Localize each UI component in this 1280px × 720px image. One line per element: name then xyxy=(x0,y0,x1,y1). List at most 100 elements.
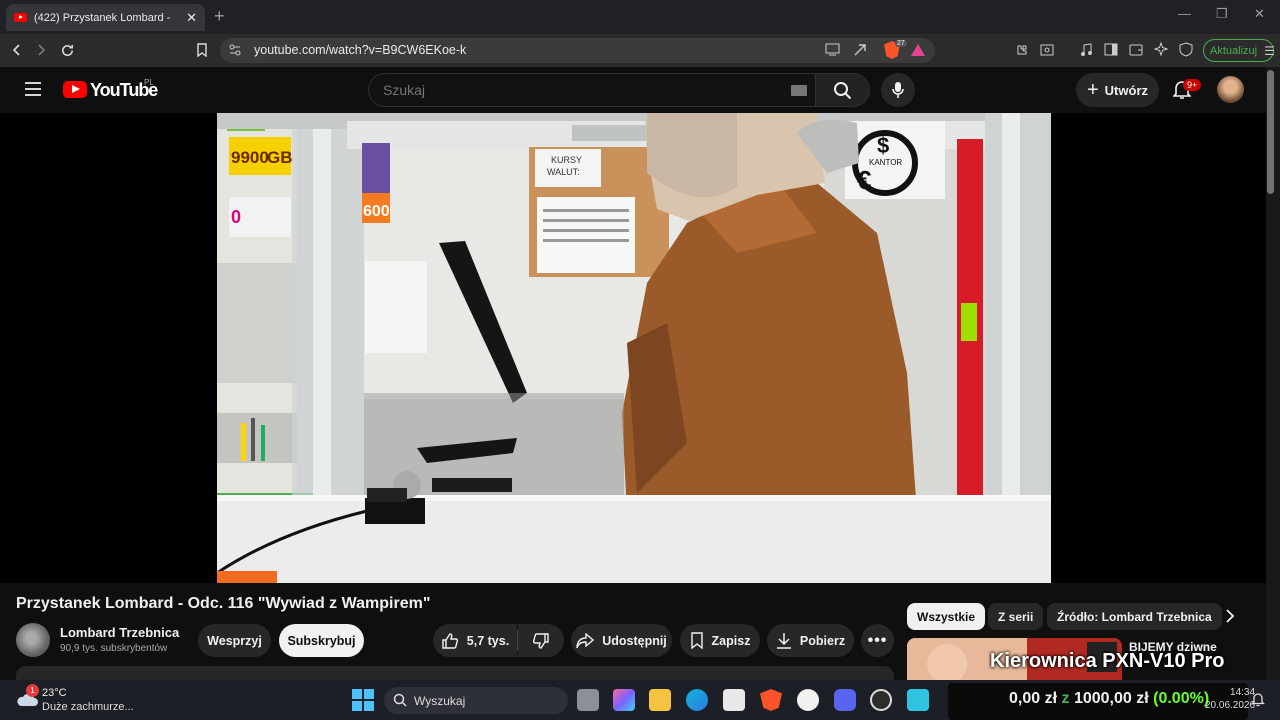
url-text[interactable]: youtube.com/watch?v=B9CW6EKoe-k xyxy=(254,43,466,57)
ticker-current: 0,00 zł xyxy=(1009,690,1058,707)
ticker-total: 1000,00 zł xyxy=(1073,690,1149,707)
save-button[interactable]: Zapisz xyxy=(680,624,760,657)
sidebar-icon[interactable] xyxy=(1104,43,1118,56)
extensions-icon[interactable] xyxy=(1015,43,1029,57)
dislike-button[interactable] xyxy=(518,624,564,657)
channel-avatar[interactable] xyxy=(16,623,50,657)
task-view-icon[interactable] xyxy=(577,689,599,711)
share-page-icon[interactable] xyxy=(853,43,867,57)
thumbs-up-icon xyxy=(442,632,458,649)
share-label: Udostępnij xyxy=(602,633,667,648)
chip-from-series[interactable]: Z serii xyxy=(988,603,1044,630)
guide-menu-icon[interactable] xyxy=(24,81,42,97)
file-explorer-icon[interactable] xyxy=(649,689,671,711)
minimize-icon[interactable]: — xyxy=(1178,6,1191,21)
poster-9900: 9900 xyxy=(231,148,269,167)
ticker-z: z xyxy=(1061,690,1070,707)
channel-name[interactable]: Lombard Trzebnica xyxy=(60,625,179,640)
join-button[interactable]: Wesprzyj xyxy=(198,624,271,657)
wallet-icon[interactable] xyxy=(1129,43,1143,56)
video-still-image: 600 9900 GB 0 KURSY WALUT: $ € KANTOR xyxy=(217,113,1051,583)
video-frame[interactable]: 600 9900 GB 0 KURSY WALUT: $ € KANTOR xyxy=(217,113,1051,583)
sign-kursy: KURSY xyxy=(551,155,582,165)
weather-description[interactable]: Duże zachmurze... xyxy=(42,701,134,713)
windows-start-icon[interactable] xyxy=(352,689,374,711)
search-button[interactable] xyxy=(815,73,870,107)
screenshot-icon[interactable] xyxy=(1040,43,1054,57)
download-button[interactable]: Pobierz xyxy=(767,624,854,657)
edge-icon[interactable] xyxy=(686,689,708,711)
country-code: PL xyxy=(144,78,154,87)
close-window-icon[interactable]: ✕ xyxy=(1254,6,1265,22)
microsoft-store-icon[interactable] xyxy=(723,689,745,711)
maximize-icon[interactable]: ❐ xyxy=(1216,6,1228,22)
voice-search-button[interactable] xyxy=(881,73,915,107)
download-icon xyxy=(776,633,791,649)
account-avatar[interactable] xyxy=(1217,76,1244,103)
site-info-icon[interactable] xyxy=(228,43,242,57)
search-box xyxy=(368,73,816,107)
browser-tab[interactable]: (422) Przystanek Lombard - Odc ✕ xyxy=(6,4,205,31)
like-count: 5,7 tys. xyxy=(466,633,510,648)
taskbar-clock[interactable]: 14:34 20.06.2026 xyxy=(1205,686,1255,712)
taskbar-search[interactable]: Wyszukaj xyxy=(384,687,568,714)
menu-icon: ☰ xyxy=(1264,43,1275,58)
steam-icon[interactable] xyxy=(797,689,819,711)
notification-center-icon[interactable] xyxy=(1251,692,1265,707)
microphone-icon xyxy=(892,81,904,99)
back-icon[interactable] xyxy=(7,40,27,60)
chip-all[interactable]: Wszystkie xyxy=(907,603,986,630)
search-icon xyxy=(833,81,853,101)
plus-icon: + xyxy=(1086,78,1099,101)
keyboard-icon[interactable] xyxy=(791,85,807,96)
new-tab-button[interactable]: + xyxy=(214,6,225,27)
video-title: Przystanek Lombard - Odc. 116 "Wywiad z … xyxy=(16,595,431,612)
poster-600: 600 xyxy=(363,203,390,220)
poster-gb: GB xyxy=(267,148,293,167)
svg-text:€: € xyxy=(857,165,871,195)
brave-rewards-icon[interactable] xyxy=(911,44,925,56)
taskbar-search-icon xyxy=(393,693,407,707)
description-box[interactable] xyxy=(16,666,894,680)
scrollbar-thumb[interactable] xyxy=(1267,70,1274,194)
youtube-logo-icon[interactable] xyxy=(63,81,87,98)
obs-icon[interactable] xyxy=(870,689,892,711)
subscriber-count: 90,9 tys. subskrybentów xyxy=(60,643,168,654)
like-button[interactable]: 5,7 tys. xyxy=(433,624,517,657)
sign-kantor: KANTOR xyxy=(869,158,902,167)
stream-overlay-text: Kierownica PXN-V10 Pro xyxy=(990,650,1225,672)
cast-icon[interactable] xyxy=(825,43,840,56)
weather-temperature[interactable]: 23°C xyxy=(42,687,67,699)
chips-next-icon[interactable] xyxy=(1225,609,1235,623)
copilot-icon[interactable] xyxy=(613,689,635,711)
notepad-icon[interactable] xyxy=(907,689,929,711)
svg-text:$: $ xyxy=(877,133,889,158)
create-button[interactable]: + Utwórz xyxy=(1076,73,1159,107)
more-actions-button[interactable]: ••• xyxy=(861,624,894,657)
subscribe-button[interactable]: Subskrybuj xyxy=(279,624,364,657)
share-icon xyxy=(576,632,595,648)
share-button[interactable]: Udostępnij xyxy=(571,624,672,657)
forward-icon[interactable] xyxy=(31,40,51,60)
search-input[interactable] xyxy=(383,82,763,98)
discord-icon[interactable] xyxy=(834,689,856,711)
weather-alert-badge: 1 xyxy=(26,684,39,697)
tab-title: (422) Przystanek Lombard - Odc xyxy=(34,11,174,24)
update-button[interactable]: Aktualizuj ☰ xyxy=(1203,39,1275,62)
notification-count-badge: 9+ xyxy=(1183,79,1202,91)
poster-0: 0 xyxy=(231,207,241,227)
clock-date: 20.06.2026 xyxy=(1205,700,1256,711)
leo-ai-icon[interactable] xyxy=(1154,42,1168,56)
sign-walut: WALUT: xyxy=(547,167,580,177)
more-dots-icon: ••• xyxy=(867,631,888,649)
vpn-icon[interactable] xyxy=(1179,42,1193,57)
chip-from-source[interactable]: Źródło: Lombard Trzebnica xyxy=(1047,603,1222,630)
music-icon[interactable] xyxy=(1080,43,1093,57)
clock-time: 14:34 xyxy=(1230,687,1256,698)
reload-icon[interactable] xyxy=(57,40,77,60)
shields-count-badge: 27 xyxy=(895,40,907,47)
tab-close-icon[interactable]: ✕ xyxy=(186,10,197,26)
bookmark-icon[interactable] xyxy=(192,40,212,60)
taskbar-search-label: Wyszukaj xyxy=(414,693,466,708)
save-label: Zapisz xyxy=(711,633,751,648)
